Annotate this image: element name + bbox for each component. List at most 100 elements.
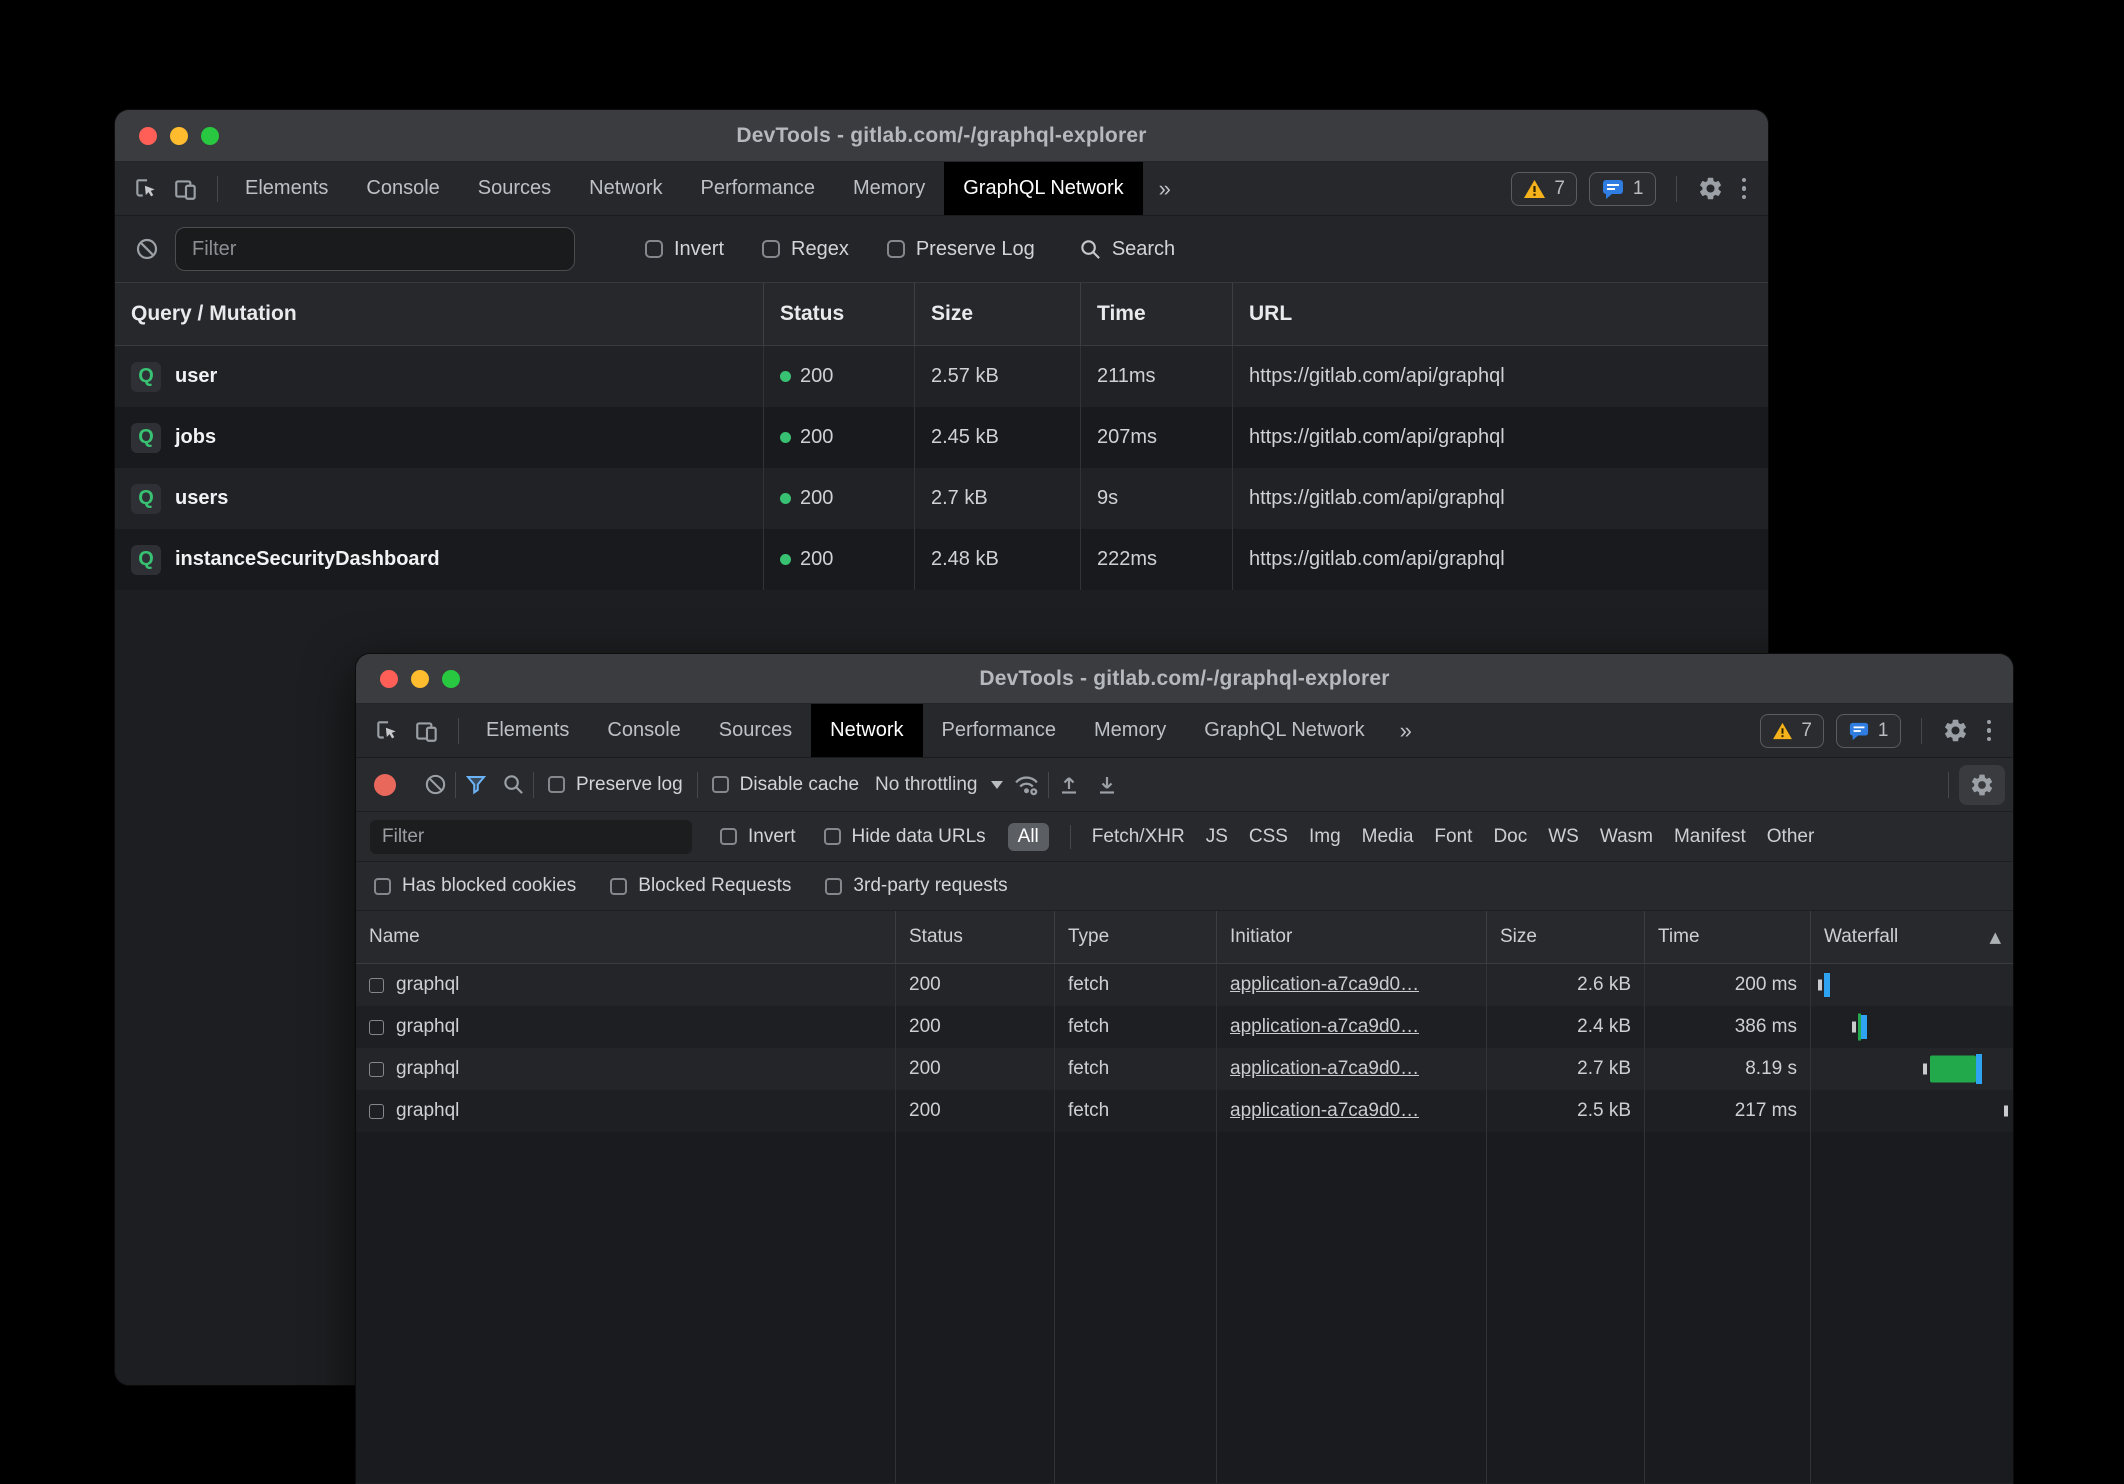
- search-icon[interactable]: [502, 773, 525, 796]
- tab-sources[interactable]: Sources: [459, 162, 570, 215]
- tab-performance[interactable]: Performance: [923, 704, 1076, 757]
- checkbox[interactable]: [548, 776, 565, 793]
- initiator-link[interactable]: application-a7ca9d0…: [1230, 1016, 1419, 1038]
- tab-elements[interactable]: Elements: [467, 704, 588, 757]
- checkbox[interactable]: [887, 240, 905, 258]
- checkbox[interactable]: [825, 878, 842, 895]
- tab-performance[interactable]: Performance: [682, 162, 835, 215]
- preserve-log-checkbox[interactable]: Preserve log: [548, 774, 683, 796]
- disable-cache-checkbox[interactable]: Disable cache: [712, 774, 859, 796]
- device-toolbar-icon[interactable]: [173, 176, 199, 202]
- column-header-name[interactable]: Name: [356, 911, 896, 963]
- type-chip-font[interactable]: Font: [1434, 826, 1472, 848]
- close-button[interactable]: [139, 127, 157, 145]
- has-blocked-cookies-checkbox[interactable]: Has blocked cookies: [374, 875, 576, 897]
- device-toolbar-icon[interactable]: [414, 718, 440, 744]
- type-chip-manifest[interactable]: Manifest: [1674, 826, 1746, 848]
- column-header-time[interactable]: Time: [1645, 911, 1811, 963]
- initiator-link[interactable]: application-a7ca9d0…: [1230, 974, 1419, 996]
- tab-graphql-network[interactable]: GraphQL Network: [1185, 704, 1383, 757]
- more-tabs-chevron[interactable]: »: [1143, 162, 1187, 215]
- invert-checkbox[interactable]: Invert: [645, 238, 724, 261]
- checkbox[interactable]: [762, 240, 780, 258]
- tab-memory[interactable]: Memory: [1075, 704, 1185, 757]
- network-settings-button[interactable]: [1959, 765, 2005, 805]
- column-header-status[interactable]: Status: [896, 911, 1055, 963]
- type-chip-js[interactable]: JS: [1206, 826, 1228, 848]
- column-header-initiator[interactable]: Initiator: [1217, 911, 1487, 963]
- table-row[interactable]: graphql 200 fetch application-a7ca9d0… 2…: [356, 964, 2013, 1006]
- regex-checkbox[interactable]: Regex: [762, 238, 849, 261]
- zoom-button[interactable]: [201, 127, 219, 145]
- export-har-icon[interactable]: [1095, 773, 1119, 797]
- tab-sources[interactable]: Sources: [700, 704, 811, 757]
- checkbox[interactable]: [712, 776, 729, 793]
- preserve-log-checkbox[interactable]: Preserve Log: [887, 238, 1035, 261]
- type-chip-img[interactable]: Img: [1309, 826, 1341, 848]
- type-chip-media[interactable]: Media: [1362, 826, 1414, 848]
- table-row[interactable]: Qjobs 200 2.45 kB 207ms https://gitlab.c…: [115, 407, 1768, 468]
- clear-icon[interactable]: [135, 237, 159, 261]
- inspect-element-icon[interactable]: [133, 176, 159, 202]
- tab-elements[interactable]: Elements: [226, 162, 347, 215]
- checkbox[interactable]: [824, 828, 841, 845]
- hide-data-urls-checkbox[interactable]: Hide data URLs: [824, 826, 986, 848]
- filter-input[interactable]: [175, 227, 575, 271]
- kebab-menu-icon[interactable]: [1736, 178, 1753, 200]
- checkbox[interactable]: [610, 878, 627, 895]
- type-chip-doc[interactable]: Doc: [1493, 826, 1527, 848]
- throttling-dropdown[interactable]: No throttling: [875, 774, 1003, 796]
- column-header-status[interactable]: Status: [764, 283, 915, 345]
- tab-console[interactable]: Console: [347, 162, 458, 215]
- checkbox[interactable]: [720, 828, 737, 845]
- settings-gear-icon[interactable]: [1697, 175, 1724, 202]
- tab-console[interactable]: Console: [588, 704, 699, 757]
- tab-graphql-network[interactable]: GraphQL Network: [944, 162, 1142, 215]
- messages-badge[interactable]: 1: [1836, 714, 1901, 748]
- tab-memory[interactable]: Memory: [834, 162, 944, 215]
- table-row[interactable]: Quser 200 2.57 kB 211ms https://gitlab.c…: [115, 346, 1768, 407]
- column-header-query-mutation[interactable]: Query / Mutation: [115, 283, 764, 345]
- warnings-badge[interactable]: 7: [1511, 172, 1577, 206]
- tab-network[interactable]: Network: [570, 162, 681, 215]
- table-row[interactable]: Qusers 200 2.7 kB 9s https://gitlab.com/…: [115, 468, 1768, 529]
- more-tabs-chevron[interactable]: »: [1384, 704, 1428, 757]
- clear-icon[interactable]: [424, 773, 447, 796]
- table-row[interactable]: graphql 200 fetch application-a7ca9d0… 2…: [356, 1090, 2013, 1132]
- search-button[interactable]: Search: [1079, 238, 1175, 261]
- type-chip-all[interactable]: All: [1008, 823, 1049, 851]
- column-header-waterfall[interactable]: Waterfall ▲: [1811, 911, 2013, 963]
- column-header-size[interactable]: Size: [915, 283, 1081, 345]
- third-party-requests-checkbox[interactable]: 3rd-party requests: [825, 875, 1007, 897]
- record-network-log-button[interactable]: [374, 774, 396, 796]
- kebab-menu-icon[interactable]: [1981, 720, 1998, 742]
- initiator-link[interactable]: application-a7ca9d0…: [1230, 1058, 1419, 1080]
- column-header-time[interactable]: Time: [1081, 283, 1233, 345]
- close-button[interactable]: [380, 670, 398, 688]
- column-header-url[interactable]: URL: [1233, 283, 1768, 345]
- network-conditions-icon[interactable]: [1013, 772, 1040, 797]
- row-checkbox[interactable]: [369, 1020, 384, 1035]
- tab-network[interactable]: Network: [811, 704, 922, 757]
- zoom-button[interactable]: [442, 670, 460, 688]
- column-header-size[interactable]: Size: [1487, 911, 1645, 963]
- table-row[interactable]: graphql 200 fetch application-a7ca9d0… 2…: [356, 1048, 2013, 1090]
- type-chip-fetch-xhr[interactable]: Fetch/XHR: [1092, 826, 1185, 848]
- table-row[interactable]: QinstanceSecurityDashboard 200 2.48 kB 2…: [115, 529, 1768, 590]
- type-chip-css[interactable]: CSS: [1249, 826, 1288, 848]
- type-chip-wasm[interactable]: Wasm: [1600, 826, 1653, 848]
- minimize-button[interactable]: [411, 670, 429, 688]
- initiator-link[interactable]: application-a7ca9d0…: [1230, 1100, 1419, 1122]
- checkbox[interactable]: [374, 878, 391, 895]
- inspect-element-icon[interactable]: [374, 718, 400, 744]
- filter-input[interactable]: [370, 820, 692, 854]
- import-har-icon[interactable]: [1057, 773, 1081, 797]
- table-row[interactable]: graphql 200 fetch application-a7ca9d0… 2…: [356, 1006, 2013, 1048]
- type-chip-other[interactable]: Other: [1767, 826, 1815, 848]
- warnings-badge[interactable]: 7: [1760, 714, 1824, 748]
- row-checkbox[interactable]: [369, 1104, 384, 1119]
- checkbox[interactable]: [645, 240, 663, 258]
- invert-checkbox[interactable]: Invert: [720, 826, 796, 848]
- row-checkbox[interactable]: [369, 978, 384, 993]
- type-chip-ws[interactable]: WS: [1548, 826, 1579, 848]
